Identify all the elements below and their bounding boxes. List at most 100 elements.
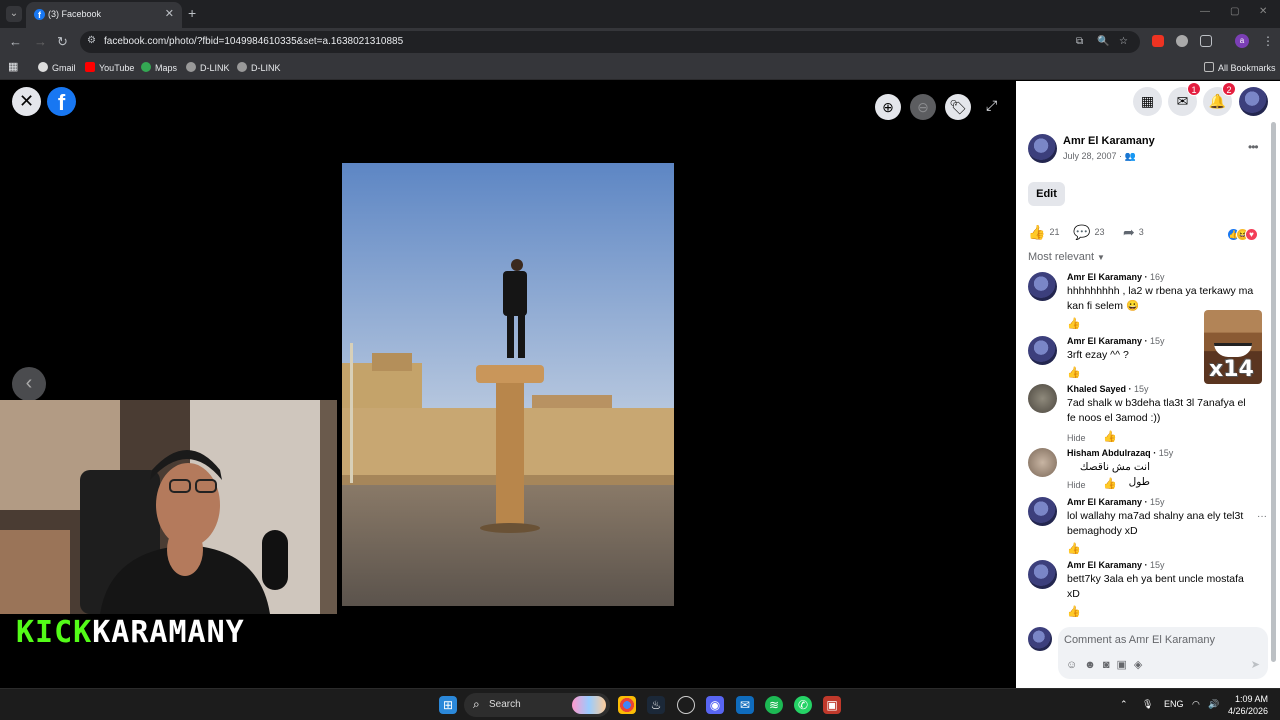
post-author-avatar[interactable] [1028, 134, 1057, 163]
comment-like-icon[interactable]: 👍 [1067, 317, 1081, 330]
commenter-name[interactable]: Hisham Abdulrazaq · 15y [1067, 448, 1173, 458]
bookmark-maps[interactable]: Maps [141, 62, 177, 73]
edit-button[interactable]: Edit [1028, 182, 1065, 206]
panel-scrollbar[interactable] [1271, 122, 1276, 662]
address-bar[interactable]: ⚙ facebook.com/photo/?fbid=1049984610335… [80, 31, 1140, 53]
messenger-badge: 1 [1187, 82, 1201, 96]
extension-red-icon[interactable] [1152, 35, 1164, 47]
commenter-avatar[interactable] [1028, 272, 1057, 301]
commenter-name[interactable]: Amr El Karamany · 15y [1067, 497, 1165, 507]
share-count[interactable]: ➦ 3 [1123, 224, 1144, 241]
reload-button[interactable]: ↻ [57, 34, 68, 50]
hide-comment-link[interactable]: Hide [1067, 433, 1086, 443]
game-app-icon[interactable]: ▣ [823, 696, 841, 714]
maximize-button[interactable]: ▢ [1230, 6, 1239, 17]
avatar-sticker-icon[interactable]: ☺ [1066, 659, 1084, 671]
bookmark-star-icon[interactable]: ☆ [1119, 36, 1128, 47]
apps-grid-icon[interactable]: ▦ [8, 60, 18, 73]
previous-photo-button[interactable]: ‹ [12, 367, 46, 401]
comment-like-icon[interactable]: 👍 [1103, 477, 1117, 490]
extensions-puzzle-icon[interactable] [1200, 35, 1212, 47]
composer-avatar[interactable] [1028, 627, 1052, 651]
account-avatar[interactable] [1239, 87, 1268, 116]
spotify-icon[interactable]: ≋ [765, 696, 783, 714]
messenger-icon[interactable]: ✉ 1 [1168, 82, 1201, 116]
commenter-name[interactable]: Amr El Karamany · 16y [1067, 272, 1165, 282]
bookmark-gmail[interactable]: Gmail [38, 62, 76, 73]
steam-icon[interactable]: ♨ [647, 696, 665, 714]
new-tab-button[interactable]: + [188, 5, 196, 21]
menu-grid-icon[interactable]: ▦ [1133, 87, 1162, 116]
commenter-avatar[interactable] [1028, 448, 1057, 477]
gif-icon[interactable]: ▣ [1116, 659, 1133, 671]
sticker-icon[interactable]: ◈ [1134, 659, 1149, 671]
extension-shield-icon[interactable] [1176, 35, 1188, 47]
hide-comment-link[interactable]: Hide [1067, 480, 1086, 490]
browser-menu-icon[interactable]: ⋮ [1262, 34, 1274, 48]
tab-search-button[interactable]: ⌄ [6, 6, 22, 22]
comment-like-icon[interactable]: 👍 [1103, 430, 1117, 443]
bookmark-youtube[interactable]: YouTube [85, 62, 134, 73]
commenter-name[interactable]: Amr El Karamany · 15y [1067, 336, 1165, 346]
comment-like-icon[interactable]: 👍 [1067, 605, 1081, 618]
window-close-button[interactable]: ✕ [1259, 6, 1267, 17]
emoji-icon[interactable]: ☻ [1084, 659, 1103, 671]
windows-start-icon[interactable]: ⊞ [439, 696, 457, 714]
chrome-icon[interactable] [618, 696, 636, 714]
close-viewer-button[interactable]: ✕ [12, 87, 41, 116]
notifications-bell-icon[interactable]: 🔔 2 [1203, 82, 1236, 116]
volume-icon[interactable]: 🔊 [1208, 699, 1219, 710]
microphone-icon[interactable]: 🎙 [1142, 699, 1153, 710]
browser-tab[interactable]: f (3) Facebook ✕ [26, 2, 182, 28]
tray-overflow-icon[interactable]: ⌃ [1120, 699, 1128, 710]
commenter-name[interactable]: Amr El Karamany · 15y [1067, 560, 1165, 570]
install-app-icon[interactable]: ⧉ [1076, 36, 1083, 47]
tab-close-icon[interactable]: ✕ [165, 7, 174, 20]
url-text: facebook.com/photo/?fbid=1049984610335&s… [104, 36, 404, 47]
discord-icon[interactable]: ◉ [706, 696, 724, 714]
comment-like-icon[interactable]: 👍 [1067, 366, 1081, 379]
zoom-in-button[interactable]: ⊕ [875, 94, 901, 120]
commenter-avatar[interactable] [1028, 560, 1057, 589]
facebook-logo-icon[interactable]: f [47, 87, 76, 116]
comment-sort-dropdown[interactable]: Most relevant ▼ [1028, 251, 1105, 263]
wifi-icon[interactable]: ◠ [1192, 699, 1200, 710]
comment-sticker-image: x14 [1204, 310, 1262, 384]
all-bookmarks[interactable]: All Bookmarks [1204, 62, 1276, 73]
commenter-avatar[interactable] [1028, 384, 1057, 413]
send-icon[interactable]: ➤ [1251, 658, 1260, 671]
language-indicator[interactable]: ENG [1164, 699, 1184, 709]
app-icon[interactable] [677, 696, 695, 714]
camera-icon[interactable]: ◙ [1103, 659, 1117, 671]
bookmarks-bar: ▦ Gmail YouTube Maps D-LINK D-LINK All B… [0, 56, 1280, 80]
zoom-icon[interactable]: 🔍 [1097, 36, 1109, 47]
reactions-summary[interactable]: 👍😆 ♥ [1227, 224, 1258, 241]
tag-button[interactable]: 🏷 [945, 94, 971, 120]
comment-composer[interactable]: Comment as Amr El Karamany ☺☻◙▣◈ ➤ [1058, 627, 1268, 679]
post-date[interactable]: July 28, 2007 · 👥 [1063, 151, 1136, 162]
like-count[interactable]: 👍 21 [1028, 224, 1059, 241]
comment-input[interactable]: Comment as Amr El Karamany [1064, 634, 1215, 646]
taskbar-clock[interactable]: 1:09 AM 4/26/2026 [1228, 693, 1268, 717]
comment-count[interactable]: 💬 23 [1073, 224, 1104, 241]
taskbar-search[interactable]: ⌕ Search [464, 693, 610, 717]
mail-icon[interactable]: ✉ [736, 696, 754, 714]
comment-options-icon[interactable]: ··· [1257, 511, 1267, 522]
commenter-avatar[interactable] [1028, 497, 1057, 526]
commenter-name[interactable]: Khaled Sayed · 15y [1067, 384, 1149, 394]
site-info-icon[interactable]: ⚙ [87, 35, 96, 46]
fullscreen-icon[interactable]: ⤢ [986, 97, 997, 114]
commenter-avatar[interactable] [1028, 336, 1057, 365]
post-author-name[interactable]: Amr El Karamany [1063, 135, 1155, 147]
zoom-out-button[interactable]: ⊖ [910, 94, 936, 120]
share-icon: ➦ [1123, 224, 1135, 240]
bookmark-dlink-1[interactable]: D-LINK [186, 62, 230, 73]
profile-avatar[interactable]: a [1235, 34, 1249, 48]
comment-like-icon[interactable]: 👍 [1067, 542, 1081, 555]
post-more-options-icon[interactable]: ••• [1248, 140, 1259, 154]
whatsapp-icon[interactable]: ✆ [794, 696, 812, 714]
back-button[interactable]: ← [9, 34, 22, 49]
forward-button[interactable]: → [34, 34, 47, 49]
minimize-button[interactable]: — [1200, 6, 1210, 17]
bookmark-dlink-2[interactable]: D-LINK [237, 62, 281, 73]
